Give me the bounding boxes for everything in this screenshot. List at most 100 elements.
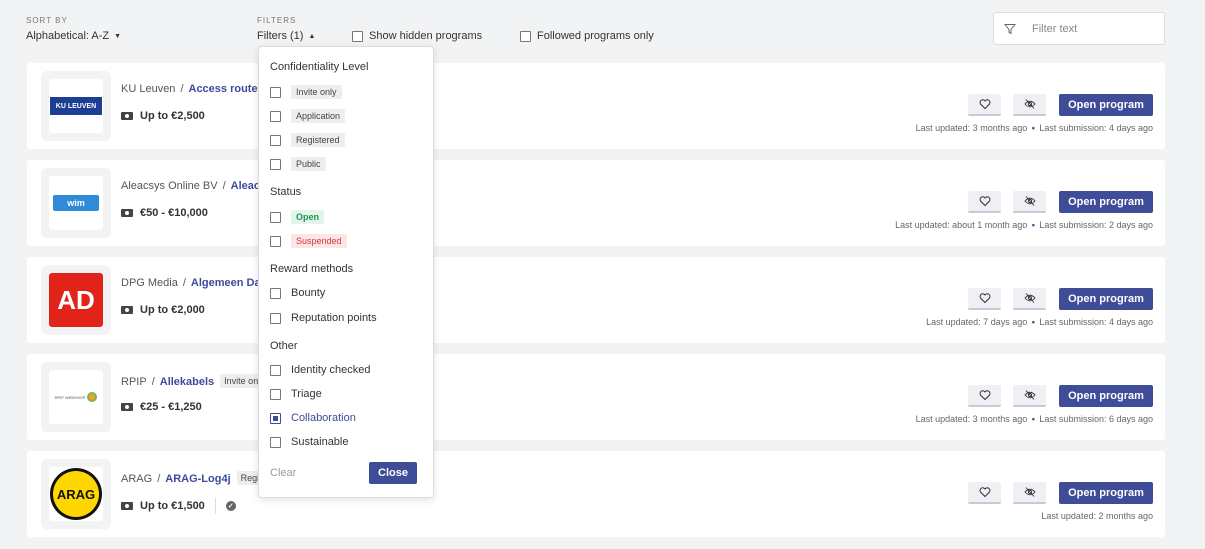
checkbox-box[interactable] bbox=[520, 30, 531, 42]
reward-range: Up to €1,500 ✓ bbox=[121, 498, 236, 514]
filter-suspended[interactable]: Suspended bbox=[270, 234, 347, 248]
confidentiality-heading: Confidentiality Level bbox=[270, 61, 369, 73]
last-submission: Last submission: 6 days ago bbox=[1039, 414, 1153, 424]
chevron-up-icon: ▲ bbox=[308, 32, 316, 40]
program-card[interactable]: KU LEUVEN KU Leuven / Access router Up to … bbox=[27, 63, 1165, 149]
hide-button[interactable] bbox=[1013, 288, 1046, 310]
filter-text-input[interactable] bbox=[1032, 22, 1152, 35]
arag-logo: ARAG bbox=[50, 468, 102, 520]
filter-icon bbox=[1004, 23, 1016, 34]
close-filters-button[interactable]: Close bbox=[369, 462, 417, 484]
show-hidden-label: Show hidden programs bbox=[369, 30, 483, 42]
program-link[interactable]: Allekabels bbox=[160, 376, 214, 388]
program-card[interactable]: RPIP WEBSHOP RPIP / Allekabels Invite only … bbox=[27, 354, 1165, 440]
program-logo: ARAG bbox=[41, 459, 111, 529]
reward-range: €25 - €1,250 bbox=[121, 401, 202, 413]
followed-only-checkbox[interactable]: Followed programs only bbox=[520, 30, 654, 42]
money-icon bbox=[121, 403, 133, 411]
filter-label: Collaboration bbox=[291, 412, 356, 424]
checkbox-box[interactable] bbox=[270, 134, 281, 146]
checkbox-box[interactable] bbox=[270, 388, 281, 400]
open-program-button[interactable]: Open program bbox=[1059, 94, 1153, 116]
program-card[interactable]: wim Aleacsys Online BV / Aleacsys €50 - €1… bbox=[27, 160, 1165, 246]
sort-select[interactable]: Alphabetical: A-Z ▼ bbox=[26, 30, 121, 42]
rpip-logo: RPIP WEBSHOP bbox=[55, 392, 98, 402]
meta-dot: • bbox=[1031, 317, 1035, 327]
org-name: Aleacsys Online BV bbox=[121, 180, 218, 192]
reward-value: €25 - €1,250 bbox=[140, 401, 202, 413]
filter-reputation-points[interactable]: Reputation points bbox=[270, 312, 377, 324]
checkbox-box[interactable] bbox=[270, 86, 281, 98]
filter-label: Public bbox=[291, 157, 326, 171]
program-link[interactable]: ARAG-Log4j bbox=[165, 473, 230, 485]
ad-logo: AD bbox=[57, 284, 95, 315]
program-title: RPIP / Allekabels Invite only bbox=[121, 374, 269, 388]
hide-button[interactable] bbox=[1013, 482, 1046, 504]
arag-logo-text: ARAG bbox=[53, 471, 99, 517]
clear-filters-button[interactable]: Clear bbox=[270, 467, 296, 479]
filter-public[interactable]: Public bbox=[270, 157, 326, 171]
program-card[interactable]: ARAG ARAG/ARAG-Log4jRegistered Up to €1,… bbox=[27, 451, 1165, 537]
filter-triage[interactable]: Triage bbox=[270, 388, 322, 400]
heart-icon bbox=[979, 293, 990, 304]
org-name: RPIP bbox=[121, 376, 147, 388]
filters-toggle[interactable]: Filters (1) ▲ bbox=[257, 30, 315, 42]
separator: / bbox=[182, 277, 186, 289]
checkbox-box[interactable] bbox=[270, 312, 281, 324]
hide-button[interactable] bbox=[1013, 385, 1046, 407]
filter-collaboration[interactable]: Collaboration bbox=[270, 412, 356, 424]
last-submission: Last submission: 2 days ago bbox=[1039, 220, 1153, 230]
checkbox-box[interactable] bbox=[352, 30, 363, 42]
separator: / bbox=[180, 83, 184, 95]
followed-only-label: Followed programs only bbox=[537, 30, 654, 42]
money-icon bbox=[121, 306, 133, 314]
checkbox-box[interactable] bbox=[270, 436, 281, 448]
checkbox-box-checked[interactable] bbox=[270, 412, 281, 424]
other-heading: Other bbox=[270, 340, 298, 352]
filter-invite-only[interactable]: Invite only bbox=[270, 85, 342, 99]
open-program-button[interactable]: Open program bbox=[1059, 191, 1153, 213]
filter-registered[interactable]: Registered bbox=[270, 133, 345, 147]
org-name: ARAG bbox=[121, 473, 153, 485]
toolbar: SORT BY Alphabetical: A-Z ▼ FILTERS Filte… bbox=[0, 0, 1205, 60]
filter-bounty[interactable]: Bounty bbox=[270, 287, 325, 299]
filter-open[interactable]: Open bbox=[270, 210, 325, 224]
chevron-down-icon: ▼ bbox=[114, 32, 122, 40]
program-link[interactable]: Access router bbox=[189, 83, 262, 95]
reward-value: Up to €1,500 bbox=[140, 500, 205, 512]
open-program-button[interactable]: Open program bbox=[1059, 385, 1153, 407]
sort-select-value: Alphabetical: A-Z bbox=[26, 30, 110, 42]
program-card[interactable]: AD DPG Media / Algemeen Dagblad Up to €2,0… bbox=[27, 257, 1165, 343]
follow-button[interactable] bbox=[968, 191, 1001, 213]
checkbox-box[interactable] bbox=[270, 287, 281, 299]
follow-button[interactable] bbox=[968, 385, 1001, 407]
open-program-button[interactable]: Open program bbox=[1059, 482, 1153, 504]
checkbox-box[interactable] bbox=[270, 364, 281, 376]
program-meta: Last updated: 7 days ago • Last submissi… bbox=[926, 317, 1153, 327]
follow-button[interactable] bbox=[968, 94, 1001, 116]
hide-button[interactable] bbox=[1013, 94, 1046, 116]
filters-dropdown: Confidentiality Level Invite only Applic… bbox=[258, 46, 434, 498]
checkbox-box[interactable] bbox=[270, 158, 281, 170]
last-updated: Last updated: about 1 month ago bbox=[895, 220, 1028, 230]
heart-icon bbox=[979, 487, 990, 498]
reward-range: Up to €2,500 bbox=[121, 110, 205, 122]
filter-label: Invite only bbox=[291, 85, 342, 99]
checkbox-box[interactable] bbox=[270, 211, 281, 223]
open-program-button[interactable]: Open program bbox=[1059, 288, 1153, 310]
program-logo: AD bbox=[41, 265, 111, 335]
hide-button[interactable] bbox=[1013, 191, 1046, 213]
show-hidden-checkbox[interactable]: Show hidden programs bbox=[352, 30, 482, 42]
filter-sustainable[interactable]: Sustainable bbox=[270, 436, 349, 448]
meta-dot: • bbox=[1031, 220, 1035, 230]
eye-off-icon bbox=[1023, 390, 1036, 400]
checkbox-box[interactable] bbox=[270, 110, 281, 122]
filter-application[interactable]: Application bbox=[270, 109, 346, 123]
filter-identity-checked[interactable]: Identity checked bbox=[270, 364, 371, 376]
follow-button[interactable] bbox=[968, 482, 1001, 504]
filter-label: Sustainable bbox=[291, 436, 349, 448]
follow-button[interactable] bbox=[968, 288, 1001, 310]
checkbox-box[interactable] bbox=[270, 235, 281, 247]
filter-text-field[interactable] bbox=[993, 12, 1165, 45]
last-submission: Last submission: 4 days ago bbox=[1039, 123, 1153, 133]
